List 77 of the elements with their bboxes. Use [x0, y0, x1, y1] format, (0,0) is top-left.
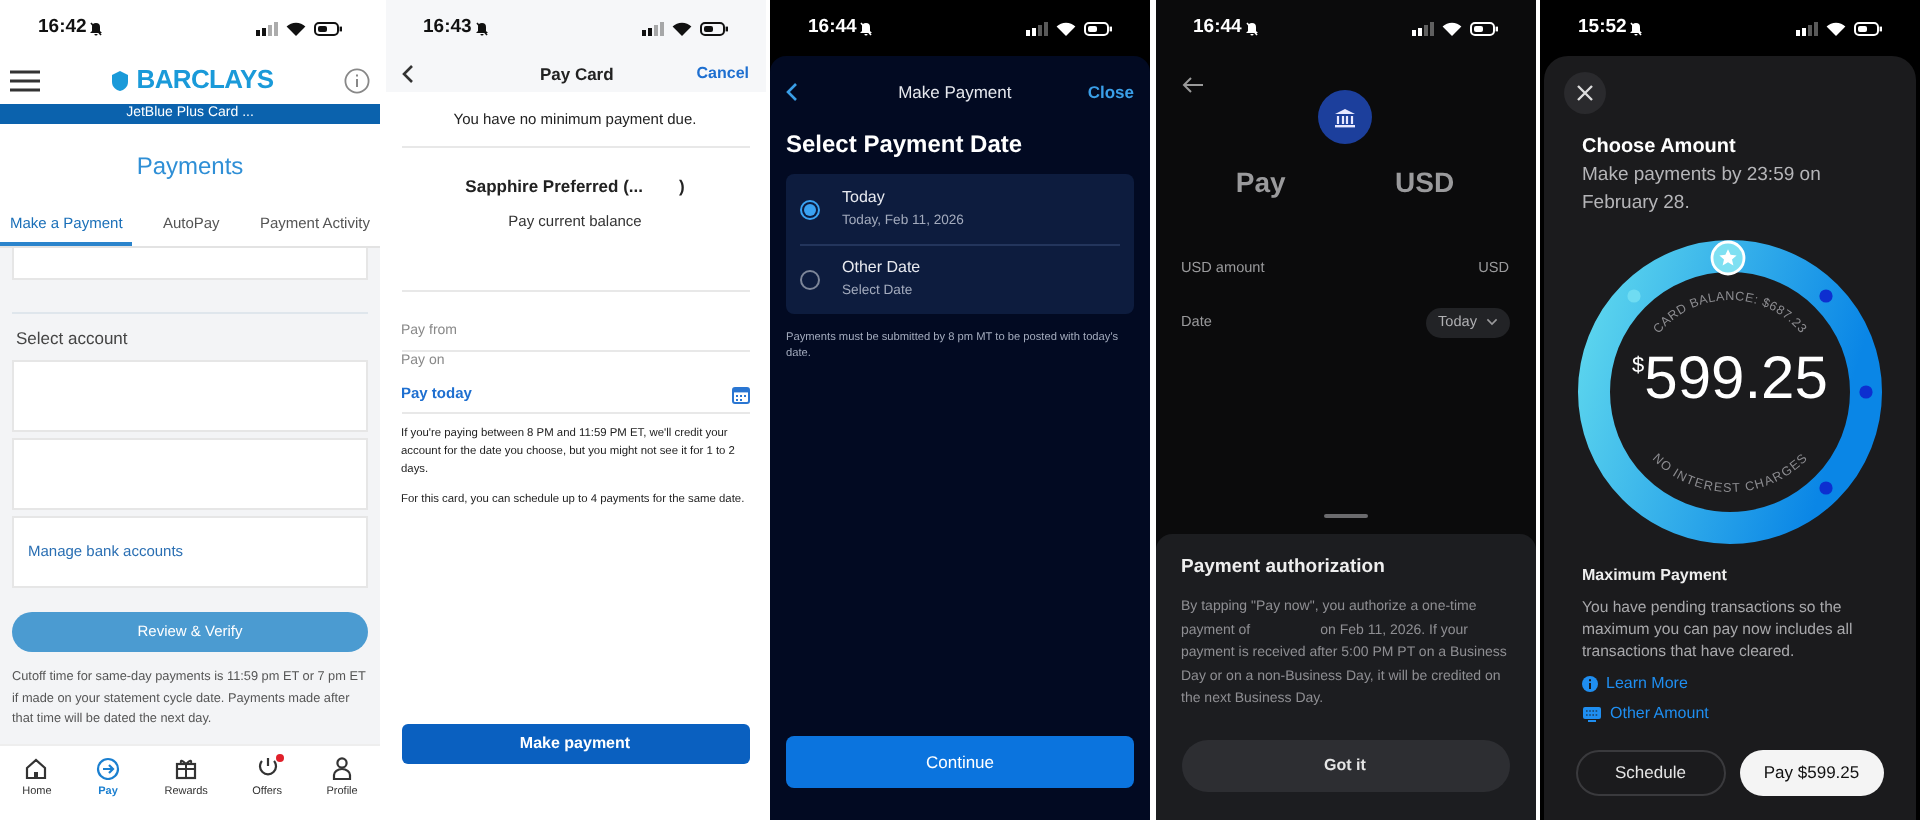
cancel-button[interactable]: Cancel — [696, 62, 749, 86]
info-icon — [1582, 676, 1598, 692]
status-time: 16:44 — [808, 13, 857, 42]
radio-button[interactable] — [800, 199, 820, 219]
chevron-down-icon — [1485, 318, 1497, 327]
status-time: 16:43 — [423, 13, 472, 42]
pay-icon — [96, 756, 120, 780]
pay-button[interactable]: Pay $599.25 — [1739, 750, 1884, 796]
profile-icon — [330, 756, 355, 780]
deadline-text: Make payments by 23:59 on February 28. — [1582, 162, 1823, 218]
dial-marker — [1859, 385, 1873, 399]
muted-bell-icon — [1245, 21, 1258, 35]
pay-label: Pay — [1235, 164, 1286, 202]
sheet-handle[interactable] — [1323, 514, 1367, 518]
dial-marker — [1819, 481, 1833, 495]
option-title: Today — [842, 185, 887, 210]
battery-icon — [1854, 21, 1882, 35]
muted-bell-icon — [1630, 21, 1643, 35]
calendar-icon[interactable] — [731, 386, 749, 405]
back-arrow-icon[interactable] — [1181, 76, 1203, 94]
status-time: 16:42 — [38, 13, 87, 42]
info-title: Maximum Payment — [1582, 564, 1729, 588]
text-link[interactable]: Other Amount — [1582, 702, 1878, 726]
currency-label: USD — [1395, 164, 1455, 202]
date-field[interactable] — [12, 248, 368, 281]
brand-name: BARCLAYS — [136, 62, 274, 99]
currency-symbol: $ — [1632, 352, 1645, 382]
dial-marker — [1819, 289, 1833, 303]
battery-icon — [1084, 21, 1112, 35]
info-icon[interactable] — [344, 67, 370, 93]
text-link[interactable]: Learn More — [1582, 672, 1878, 696]
muted-bell-icon — [860, 21, 873, 35]
screen-title: Pay Card — [537, 61, 614, 87]
status-time: 15:52 — [1578, 13, 1627, 42]
keyboard-icon — [1582, 706, 1602, 722]
battery-icon — [1469, 21, 1497, 35]
back-icon[interactable] — [786, 82, 798, 102]
status-time: 16:44 — [1193, 13, 1242, 42]
muted-bell-icon — [475, 21, 488, 35]
section-label: Select account — [14, 326, 130, 353]
battery-icon — [314, 21, 342, 35]
rewards-icon — [174, 756, 199, 780]
wifi-icon — [671, 21, 691, 35]
bank-icon — [1318, 90, 1372, 144]
battery-icon — [699, 21, 727, 35]
signal-icon — [1411, 21, 1433, 35]
home-icon — [24, 756, 49, 780]
signal-icon — [256, 21, 278, 35]
page-title: Payments — [134, 150, 246, 184]
dial-marker — [1627, 289, 1641, 303]
signal-icon — [1026, 21, 1048, 35]
wifi-icon — [1826, 21, 1846, 35]
back-icon[interactable] — [401, 64, 413, 84]
section-heading: Select Payment Date — [786, 128, 1025, 162]
payment-amount: 599.25 — [1644, 344, 1828, 416]
screen-title: Make Payment — [896, 79, 1012, 105]
wifi-icon — [286, 21, 306, 35]
wifi-icon — [1056, 21, 1076, 35]
muted-bell-icon — [90, 21, 103, 35]
make-payment-button[interactable]: Make payment — [401, 724, 749, 764]
account-name: Sapphire Preferred (... — [465, 174, 643, 200]
sheet-title: Payment authorization — [1181, 554, 1387, 582]
got-it-button[interactable]: Got it — [1181, 739, 1509, 792]
wifi-icon — [1441, 21, 1461, 35]
dial-thumb[interactable] — [1710, 240, 1746, 276]
continue-button[interactable]: Continue — [786, 736, 1134, 788]
menu-icon[interactable] — [10, 69, 40, 91]
signal-icon — [641, 21, 663, 35]
radio-button[interactable] — [800, 270, 820, 290]
account-name-end: ) — [678, 174, 685, 200]
close-button[interactable]: Close — [1087, 79, 1134, 105]
schedule-button[interactable]: Schedule — [1576, 750, 1725, 796]
signal-icon — [1796, 21, 1818, 35]
close-button[interactable] — [1564, 72, 1606, 114]
section-heading: Choose Amount — [1582, 134, 1738, 162]
close-icon — [1576, 84, 1594, 102]
option-title: Other Date — [842, 256, 921, 281]
